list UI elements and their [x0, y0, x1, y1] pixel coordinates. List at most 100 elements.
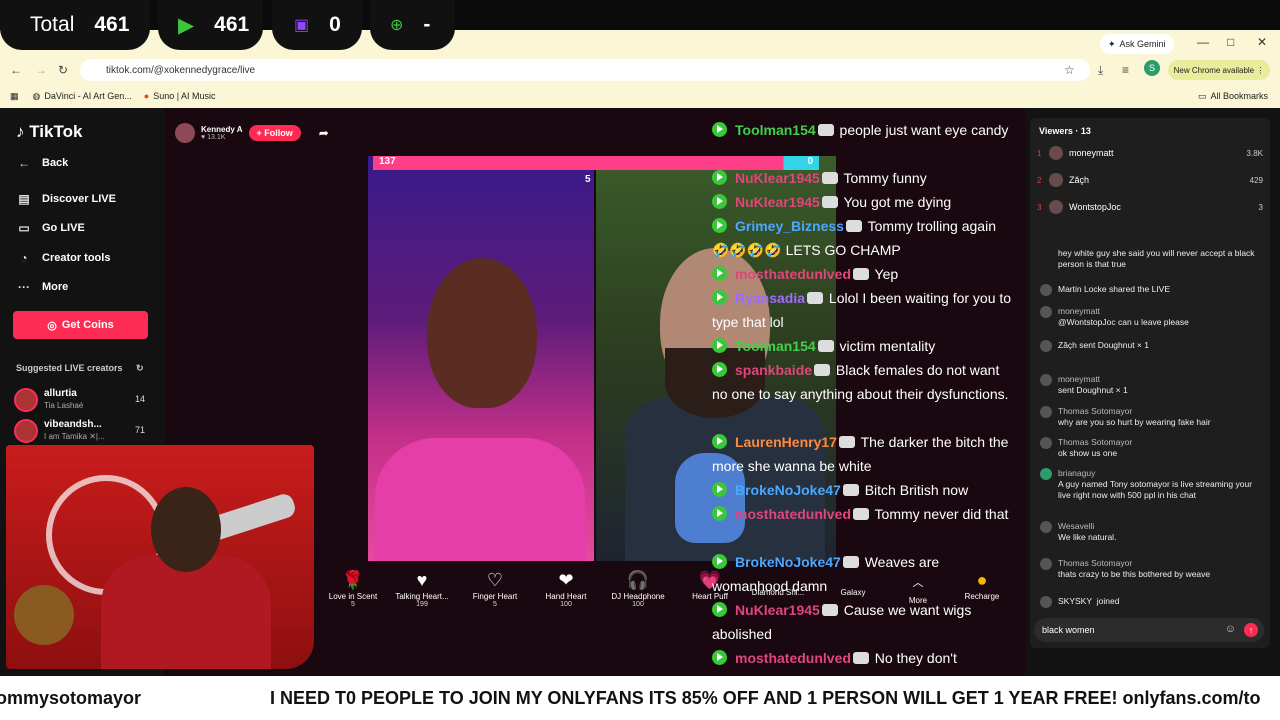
chat-badge-icon — [807, 292, 824, 304]
chat-badge-icon — [817, 340, 834, 352]
ask-gemini-button[interactable]: ✦ Ask Gemini — [1100, 34, 1174, 54]
emoji-icon[interactable]: ☺ — [1225, 623, 1236, 635]
sidebar-item-go-live[interactable]: ▭ Go LIVE — [16, 221, 84, 235]
maximize-icon[interactable]: □ — [1227, 35, 1234, 49]
get-coins-label: Get Coins — [61, 319, 114, 331]
overlay-chat-user: Ryansadia — [735, 290, 806, 306]
chat-user[interactable]: Martin Locke — [1058, 284, 1107, 294]
sidebar-item-label: Creator tools — [42, 252, 111, 264]
overlay-chat-user: mosthatedunlved — [735, 650, 851, 666]
avatar — [1040, 521, 1052, 533]
stream-stats-bar: Total 461 ▶ 461 ▣ 0 ⊕ - — [0, 0, 1280, 50]
share-icon[interactable]: ➦ — [319, 126, 329, 140]
play-icon: ▶ — [178, 13, 195, 37]
youtube-stat: ▶ 461 — [158, 0, 263, 50]
chat-text: ok show us one — [1058, 448, 1118, 458]
overlay-chat-text: Tommy funny — [839, 170, 927, 186]
sidebar-item-creator-tools[interactable]: ◔ Creator tools — [16, 251, 110, 265]
forward-arrow-icon[interactable]: → — [35, 63, 47, 77]
chat-user[interactable]: Wesavelli — [1058, 521, 1265, 532]
sidebar-item-more[interactable]: ··· More — [16, 280, 68, 294]
overlay-chat-message: BrokeNoJoke47 Bitch British now — [712, 478, 1012, 502]
youtube-play-icon — [712, 290, 727, 305]
youtube-value: 461 — [214, 13, 250, 36]
gift-item[interactable]: 🌹 Love in Scent 5 — [318, 570, 388, 608]
chat-text: A guy named Tony sotomayor is live strea… — [1058, 479, 1253, 500]
chat-user[interactable]: moneymatt — [1058, 306, 1265, 317]
twitch-stat: ▣ 0 — [272, 0, 362, 50]
chat-badge-icon — [838, 436, 855, 448]
bookmark-suno[interactable]: ● Suno | AI Music — [144, 91, 216, 101]
streamer-body — [101, 555, 271, 669]
chat-user[interactable]: SKYSKY — [1058, 596, 1092, 606]
host-video-outfit — [375, 438, 585, 561]
chat-user[interactable]: Thomas Sotomayor — [1058, 437, 1265, 448]
all-bookmarks[interactable]: ▭ All Bookmarks — [1198, 91, 1268, 102]
chat-user[interactable]: moneymatt — [1058, 374, 1265, 385]
avatar — [1049, 200, 1063, 214]
suggested-creator[interactable]: allurtia Tia Lashaé 14 — [14, 388, 149, 414]
sparkle-icon: ✦ — [1108, 38, 1116, 49]
reload-icon[interactable]: ↻ — [58, 63, 68, 77]
download-icon[interactable]: ⤓ — [1098, 63, 1103, 78]
back-arrow-icon[interactable]: ← — [10, 63, 22, 77]
host-name[interactable]: Kennedy A — [201, 125, 243, 134]
url-input[interactable]: tiktok.com/@xokennedygrace/live — [80, 59, 1090, 81]
chat-text: joined — [1096, 596, 1120, 606]
tiktok-logo[interactable]: ♪ TikTok — [16, 122, 82, 142]
star-icon[interactable]: ☆ — [1064, 63, 1075, 77]
overlay-chat-user: NuKlear1945 — [735, 602, 820, 618]
send-icon[interactable]: ↑ — [1244, 623, 1258, 637]
back-link[interactable]: ← Back — [16, 156, 68, 170]
total-label: Total — [30, 13, 75, 36]
bookmark-davinci[interactable]: ◍ DaVinci - AI Art Gen... — [33, 91, 132, 102]
battle-score-left: 137 — [379, 156, 396, 167]
gift-item[interactable]: ❤ Hand Heart 100 — [531, 570, 601, 608]
gift-price: 5 — [493, 601, 497, 608]
chat-badge-icon — [817, 124, 834, 136]
chat-user[interactable]: brianaguy — [1058, 468, 1265, 479]
back-label: Back — [42, 157, 69, 169]
chat-message: Thomas Sotomayor why are you so hurt by w… — [1040, 406, 1265, 428]
chat-user[interactable]: Zăçh — [1058, 340, 1077, 350]
ticker-main-text: I NEED T0 PEOPLE TO JOIN MY ONLYFANS ITS… — [270, 688, 1261, 708]
chat-badge-icon — [821, 172, 838, 184]
top-viewer-row[interactable]: 1 moneymatt 3.8K — [1037, 143, 1263, 163]
top-viewer-row[interactable]: 3 WontstopJoc 3 — [1037, 197, 1263, 217]
chat-badge-icon — [842, 484, 859, 496]
host-likes: ♥ 13.1K — [201, 134, 226, 141]
viewer-score: 3.8K — [1246, 148, 1263, 158]
overlay-chat-user: mosthatedunlved — [735, 266, 851, 282]
youtube-play-icon — [712, 554, 727, 569]
viewer-name: WontstopJoc — [1069, 202, 1121, 212]
ask-gemini-label: Ask Gemini — [1119, 39, 1166, 49]
chat-badge-icon — [821, 196, 838, 208]
profile-avatar[interactable]: S — [1144, 60, 1160, 76]
minimize-icon[interactable]: — — [1197, 35, 1209, 49]
top-viewer-row[interactable]: 2 Zăçh 429 — [1037, 170, 1263, 190]
gift-name: Hand Heart — [545, 592, 587, 601]
sidebar-item-label: Discover LIVE — [42, 193, 116, 205]
chat-user[interactable]: Thomas Sotomayor — [1058, 406, 1265, 417]
avatar[interactable] — [175, 123, 195, 143]
refresh-icon[interactable]: ↻ — [136, 363, 144, 374]
overlay-chat-message: mosthatedunlved Tommy never did that — [712, 502, 1012, 526]
overlay-chat-message: BrokeNoJoke47 Weaves are womanhood damn — [712, 550, 1012, 598]
avatar — [1040, 437, 1052, 449]
suggested-creator[interactable]: vibeandsh... I am Tamika ✕|... 71 — [14, 419, 149, 445]
gift-item[interactable]: ♥ Talking Heart... 199 — [387, 570, 457, 608]
viewer-score: 429 — [1249, 175, 1263, 185]
close-icon[interactable]: ✕ — [1257, 35, 1267, 49]
follow-button[interactable]: + Follow — [248, 125, 301, 141]
sidebar-item-discover-live[interactable]: ▤ Discover LIVE — [16, 192, 116, 206]
apps-grid-icon[interactable]: ▦ — [10, 91, 19, 102]
gift-name: Love in Scent — [328, 592, 378, 601]
get-coins-button[interactable]: ◎ Get Coins — [13, 311, 148, 339]
gift-item[interactable]: ♡ Finger Heart 5 — [460, 570, 530, 608]
overlay-chat-user: BrokeNoJoke47 — [735, 482, 841, 498]
chat-text: sent Doughnut × 1 — [1058, 385, 1128, 395]
extensions-icon[interactable]: ≡ — [1122, 63, 1129, 77]
gift-item[interactable]: 🎧 DJ Headphone 100 — [603, 570, 673, 608]
chat-user[interactable]: Thomas Sotomayor — [1058, 558, 1265, 569]
new-chrome-button[interactable]: New Chrome available ⋮ — [1168, 60, 1270, 80]
